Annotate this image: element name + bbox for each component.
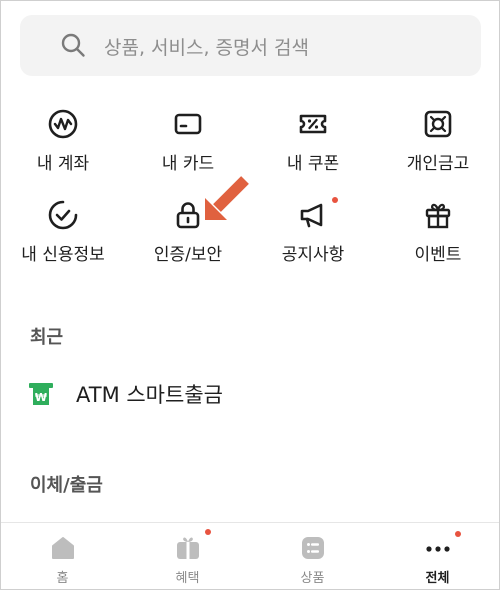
grid-label: 내 계좌 [36,154,90,174]
bottom-nav: 홈 혜택 상품 전체 [0,522,500,590]
gift-icon [177,537,199,559]
search-bar[interactable]: 상품, 서비스, 증명서 검색 [20,15,481,76]
account-icon [48,109,78,139]
screen-border [0,0,500,590]
grid-item-event[interactable]: 이벤트 [383,199,493,269]
pointer-arrow-icon [205,176,249,220]
search-placeholder[interactable]: 상품, 서비스, 증명서 검색 [104,33,309,60]
grid-item-notice[interactable]: 공지사항 [258,197,368,269]
nav-products[interactable]: 상품 [250,523,375,590]
atm-icon: ₩ [29,383,53,405]
nav-label: 혜택 [175,571,200,586]
grid-label: 개인금고 [406,154,470,174]
nav-label: 홈 [56,571,69,586]
svg-text:₩: ₩ [35,391,47,404]
nav-all[interactable]: 전체 [375,523,500,590]
recent-item-label: ATM 스마트출금 [76,383,223,407]
grid-item-my-account[interactable]: 내 계좌 [8,108,118,178]
transfer-section-title: 이체/출금 [30,475,103,496]
grid-item-credit-info[interactable]: 내 신용정보 [8,199,118,269]
grid-label: 내 신용정보 [21,245,105,265]
notice-badge-dot [332,197,338,203]
products-icon [302,537,324,559]
grid-item-my-coupon[interactable]: 내 쿠폰 [258,108,368,178]
benefits-badge-dot [205,529,211,535]
nav-benefits[interactable]: 혜택 [125,523,250,590]
more-dots-icon [426,546,450,552]
recent-item-atm[interactable]: ₩ ATM 스마트출금 [28,377,223,411]
grid-item-my-card[interactable]: 내 카드 [133,108,243,178]
card-icon [174,113,202,135]
megaphone-icon [300,203,323,228]
nav-home[interactable]: 홈 [0,523,125,590]
search-icon [61,33,85,57]
all-badge-dot [455,531,461,537]
nav-label: 전체 [425,571,450,586]
check-circle-icon [48,200,78,230]
coupon-icon [299,114,327,134]
home-icon [52,537,74,559]
gift-icon [425,203,451,229]
nav-label: 상품 [300,571,325,586]
grid-item-personal-safe[interactable]: 개인금고 [383,108,493,178]
safe-icon [424,110,452,138]
recent-section-title: 최근 [30,327,64,348]
grid-label: 인증/보안 [153,245,223,265]
grid-label: 내 쿠폰 [286,154,340,174]
grid-label: 공지사항 [281,245,345,265]
grid-label: 이벤트 [414,245,462,265]
